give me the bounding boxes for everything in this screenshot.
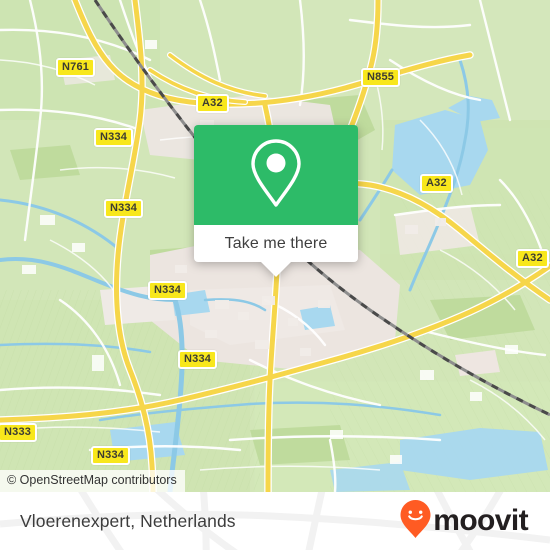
road-shield: A32 (196, 94, 229, 113)
location-pin-icon (247, 136, 305, 215)
road-shield: N855 (361, 68, 401, 87)
map-canvas[interactable]: N761 A32 N334 N855 N334 A32 A32 N334 N33… (0, 0, 550, 492)
moovit-logo[interactable]: moovit (399, 499, 529, 544)
road-shield: N334 (148, 281, 188, 300)
place-title: Vloerenexpert, Netherlands (20, 510, 236, 531)
road-shield: A32 (420, 174, 453, 193)
road-shield: N334 (178, 350, 218, 369)
take-me-there-callout[interactable]: Take me there (194, 125, 358, 277)
callout-icon-panel (194, 125, 358, 225)
take-me-there-label: Take me there (224, 234, 328, 252)
road-shield: A32 (516, 249, 549, 268)
moovit-wordmark: moovit (433, 504, 528, 537)
footer-bar: Vloerenexpert, Netherlands moovit (0, 492, 550, 550)
moovit-pin-smiley-icon (399, 499, 432, 544)
osm-attribution[interactable]: © OpenStreetMap contributors (0, 470, 185, 492)
road-shield: N761 (56, 58, 96, 77)
road-shield: N333 (0, 423, 38, 442)
callout-pointer (260, 261, 292, 277)
road-shield: N334 (91, 446, 131, 465)
callout-action-panel[interactable]: Take me there (194, 225, 358, 262)
road-shield: N334 (104, 199, 144, 218)
road-shield: N334 (94, 128, 134, 147)
